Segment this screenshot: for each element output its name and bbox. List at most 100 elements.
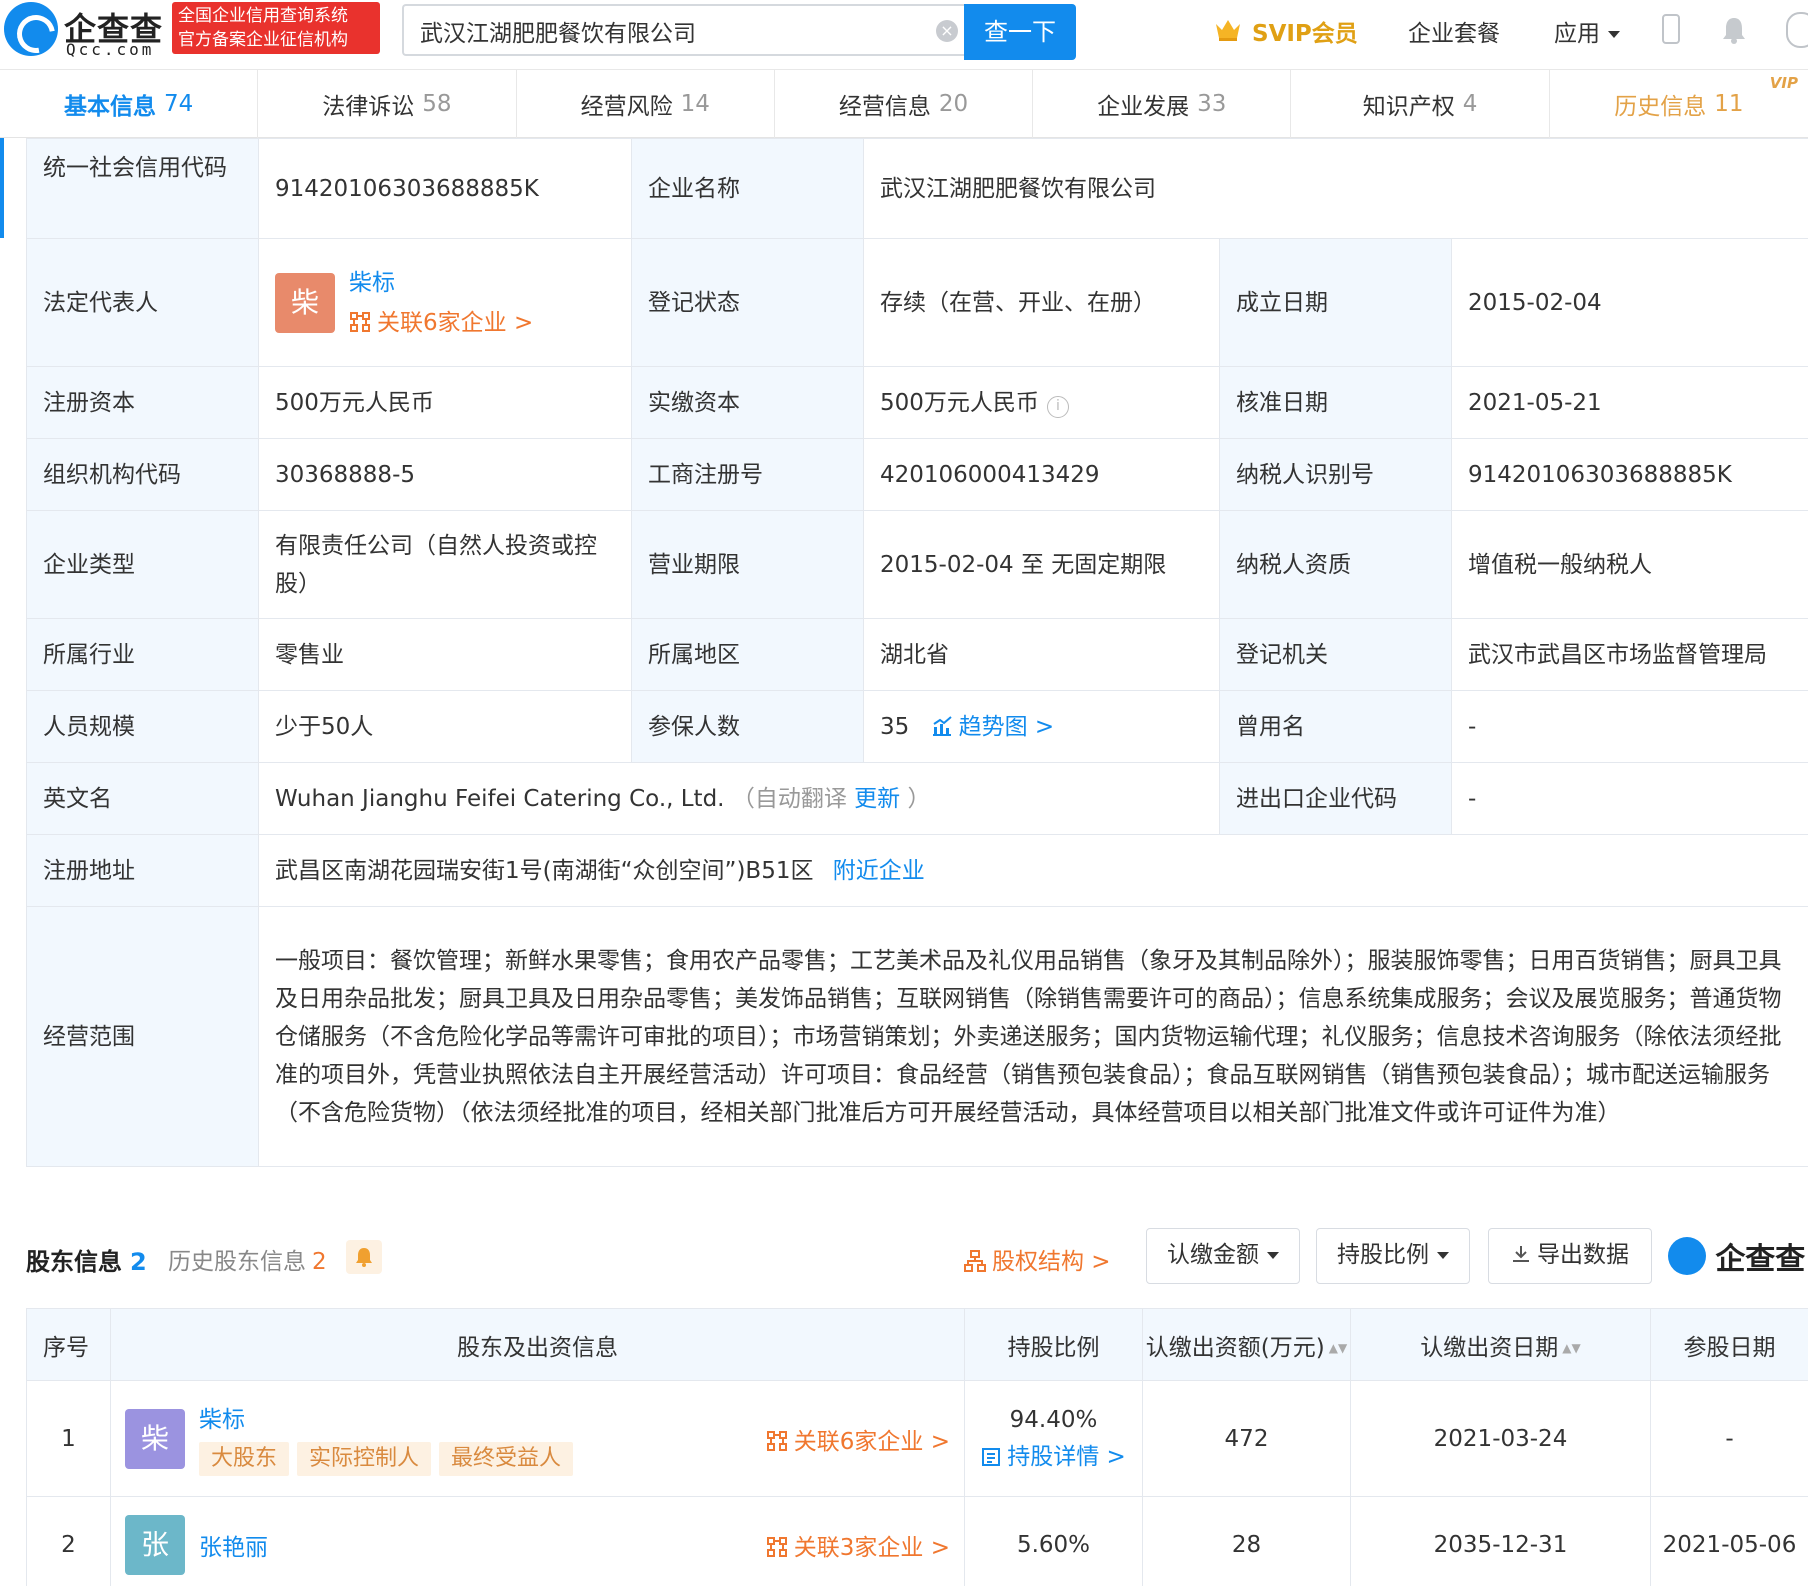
col-amount-label: 认缴出资额(万元) [1145, 1334, 1325, 1361]
reg-capital-value: 500万元人民币 [258, 366, 632, 439]
bell-icon[interactable] [1722, 16, 1746, 44]
tab-development[interactable]: 企业发展 33 [1033, 70, 1292, 138]
shareholder-related-text: 关联6家企业 > [793, 1428, 950, 1455]
trend-chart-link[interactable]: 趋势图 > [931, 713, 1055, 740]
address-value: 武昌区南湖花园瑞安街1号(南湖街“众创空间”)B51区 [275, 857, 814, 884]
qcc-logo-icon [4, 2, 58, 56]
table-row: 注册资本 500万元人民币 实缴资本 500万元人民币 i 核准日期 2021-0… [26, 366, 1808, 439]
tab-history[interactable]: 历史信息 11 VIP [1550, 70, 1808, 138]
taxpayer-id-label: 纳税人识别号 [1219, 438, 1452, 511]
trend-chart-icon [932, 715, 952, 736]
search-box: × [402, 4, 964, 56]
tab-label: 知识产权 [1362, 94, 1455, 120]
row-no: 1 [26, 1380, 111, 1497]
nearby-companies-link[interactable]: 附近企业 [833, 858, 925, 884]
tab-count: 11 [1714, 91, 1744, 117]
tab-risk[interactable]: 经营风险 14 [517, 70, 775, 138]
monitor-bell-button[interactable] [346, 1240, 382, 1274]
export-data-label: 导出数据 [1537, 1242, 1629, 1268]
paid-capital-value: 500万元人民币 [880, 389, 1039, 416]
date-value: 2035-12-31 [1350, 1496, 1651, 1586]
shareholder-related-link[interactable]: 关联3家企业 > [766, 1528, 950, 1562]
sort-ratio-button[interactable]: 持股比例 [1316, 1228, 1470, 1284]
history-shareholders-tab[interactable]: 历史股东信息 2 [168, 1242, 327, 1276]
shareholder-name-link[interactable]: 柴标 [199, 1407, 245, 1433]
shareholder-title[interactable]: 股东信息 2 [26, 1242, 147, 1277]
bell-icon [356, 1248, 372, 1267]
legal-rep-name-link[interactable]: 柴标 [349, 270, 395, 296]
document-icon [982, 1447, 1001, 1466]
qcc-logo-icon [1668, 1237, 1706, 1275]
taxpayer-q-value: 增值税一般纳税人 [1451, 510, 1808, 619]
tab-count: 14 [680, 91, 710, 117]
col-no: 序号 [26, 1308, 111, 1381]
legal-rep-related-text: 关联6家企业 > [377, 309, 534, 336]
legal-rep-avatar[interactable]: 柴 [275, 272, 335, 333]
legal-rep-cell: 柴 柴标 关联6家企业 > [258, 238, 632, 367]
shareholder-name-link[interactable]: 张艳丽 [199, 1535, 268, 1561]
relation-network-icon [766, 1536, 787, 1557]
holding-detail-link[interactable]: 持股详情 > [981, 1444, 1126, 1470]
crown-icon [1216, 20, 1240, 41]
tab-basic-info[interactable]: 基本信息 74 [0, 70, 259, 138]
table-row: 所属行业 零售业 所属地区 湖北省 登记机关 武汉市武昌区市场监督管理局 [26, 618, 1808, 691]
col-date-label: 认缴出资日期 [1420, 1334, 1559, 1361]
approved-value: 2021-05-21 [1451, 366, 1808, 439]
status-label: 登记状态 [631, 238, 864, 367]
biz-reg-value: 420106000413429 [863, 438, 1220, 511]
active-section-indicator [0, 138, 4, 238]
col-amount[interactable]: 认缴出资额(万元) ▲▼ [1142, 1308, 1351, 1381]
sort-ratio-label: 持股比例 [1337, 1242, 1429, 1268]
mobile-icon[interactable] [1662, 14, 1680, 44]
shareholder-avatar[interactable]: 柴 [125, 1408, 185, 1469]
ie-code-label: 进出口企业代码 [1219, 762, 1452, 835]
sort-amount-button[interactable]: 认缴金额 [1146, 1228, 1300, 1284]
qcc-logo[interactable]: 企查查 Qcc.com [4, 2, 170, 62]
shareholder-cell: 张 张艳丽 关联3家企业 > [110, 1496, 965, 1586]
tab-count: 58 [422, 91, 452, 117]
search-input[interactable] [420, 16, 920, 46]
tab-label: 法律诉讼 [322, 94, 415, 120]
table-row: 企业类型 有限责任公司（自然人投资或控股） 营业期限 2015-02-04 至 … [26, 510, 1808, 619]
tab-ip[interactable]: 知识产权 4 [1291, 70, 1550, 138]
taxpayer-q-label: 纳税人资质 [1219, 510, 1452, 619]
shareholder-table: 序号 股东及出资信息 持股比例 认缴出资额(万元) ▲▼ 认缴出资日期 ▲▼ 参股日… [26, 1308, 1808, 1586]
info-icon[interactable]: i [1046, 395, 1069, 418]
shareholder-avatar[interactable]: 张 [125, 1514, 185, 1575]
approved-label: 核准日期 [1219, 366, 1452, 439]
official-badge[interactable]: 全国企业信用查询系统 官方备案企业征信机构 [172, 2, 380, 54]
shareholder-title-text: 股东信息 [26, 1248, 122, 1276]
legal-rep-related-link[interactable]: 关联6家企业 > [349, 303, 533, 343]
company-name-value: 武汉江湖肥肥餐饮有限公司 [863, 138, 1808, 239]
tag-actual-controller: 实际控制人 [297, 1441, 432, 1476]
tab-operations[interactable]: 经营信息 20 [775, 70, 1034, 138]
staff-label: 人员规模 [26, 690, 259, 763]
paid-capital-cell: 500万元人民币 i [863, 366, 1220, 439]
english-value: Wuhan Jianghu Feifei Catering Co., Ltd. [275, 785, 725, 812]
trend-chart-text: 趋势图 > [958, 713, 1055, 740]
clear-icon[interactable]: × [936, 20, 958, 42]
former-name-value: - [1451, 690, 1808, 763]
tab-legal[interactable]: 法律诉讼 58 [258, 70, 517, 138]
company-name-label: 企业名称 [631, 138, 864, 239]
export-data-button[interactable]: 导出数据 [1488, 1228, 1652, 1284]
col-join-date: 参股日期 [1650, 1308, 1808, 1381]
col-date[interactable]: 认缴出资日期 ▲▼ [1350, 1308, 1651, 1381]
packages-link[interactable]: 企业套餐 [1408, 14, 1500, 48]
user-avatar-icon[interactable] [1786, 12, 1808, 48]
ratio-cell: 94.40% 持股详情 > [964, 1380, 1143, 1497]
shareholder-related-link[interactable]: 关联6家企业 > [766, 1422, 950, 1456]
status-value: 存续（在营、开业、在册） [863, 238, 1220, 367]
svip-link[interactable]: SVIP会员 [1252, 14, 1358, 48]
region-label: 所属地区 [631, 618, 864, 691]
paid-capital-label: 实缴资本 [631, 366, 864, 439]
search-button[interactable]: 查一下 [964, 4, 1076, 60]
update-link[interactable]: 更新 [854, 786, 900, 812]
equity-structure-link[interactable]: 股权结构 > [964, 1242, 1111, 1276]
reg-capital-label: 注册资本 [26, 366, 259, 439]
apps-label: 应用 [1554, 21, 1600, 47]
amount-value: 28 [1142, 1496, 1351, 1586]
tab-label: 基本信息 [64, 94, 156, 120]
apps-menu[interactable]: 应用 [1554, 14, 1620, 48]
table-row: 人员规模 少于50人 参保人数 35 趋势图 > 曾用名 - [26, 690, 1808, 763]
